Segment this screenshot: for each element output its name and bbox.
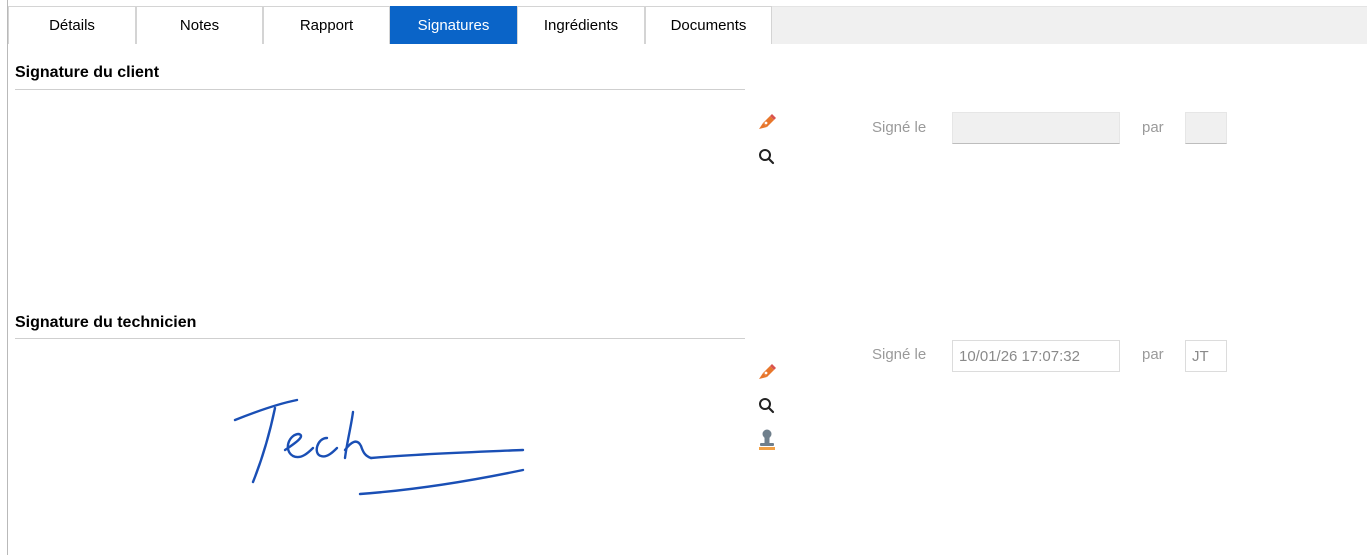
tab-label: Détails [49, 17, 95, 34]
tab-label: Rapport [299, 17, 354, 34]
divider [15, 89, 745, 90]
sign-pen-icon[interactable] [756, 110, 778, 132]
signed-date-label: Signé le [872, 346, 927, 363]
tech-signature-pad[interactable] [15, 342, 745, 542]
sign-pen-icon[interactable] [756, 360, 778, 382]
divider [15, 338, 745, 339]
client-signed-by-field[interactable] [1185, 112, 1227, 144]
tab-notes[interactable]: Notes [136, 6, 263, 44]
signed-date-label: Signé le [872, 119, 927, 136]
zoom-icon[interactable] [756, 146, 778, 168]
tab-rapport[interactable]: Rapport [263, 6, 390, 44]
tech-signature-drawing [233, 398, 525, 496]
tab-details[interactable]: Détails [8, 6, 136, 44]
tab-ingredients[interactable]: Ingrédients [517, 6, 645, 44]
signed-by-label: par [1142, 119, 1164, 136]
client-signed-date-field[interactable] [952, 112, 1120, 144]
tab-label: Signatures [417, 17, 490, 34]
tech-signed-by-field[interactable] [1185, 340, 1227, 372]
tab-signatures[interactable]: Signatures [390, 6, 517, 44]
tab-label: Notes [179, 17, 220, 34]
client-signature-title: Signature du client [15, 64, 160, 81]
tab-label: Documents [670, 17, 747, 34]
stamp-icon[interactable] [756, 429, 778, 451]
zoom-icon[interactable] [756, 395, 778, 417]
client-signature-pad[interactable] [15, 92, 745, 292]
tech-signed-date-field[interactable] [952, 340, 1120, 372]
signed-by-label: par [1142, 346, 1164, 363]
tab-documents[interactable]: Documents [645, 6, 772, 44]
tab-label: Ingrédients [543, 17, 619, 34]
tech-signature-title: Signature du technicien [15, 314, 197, 331]
